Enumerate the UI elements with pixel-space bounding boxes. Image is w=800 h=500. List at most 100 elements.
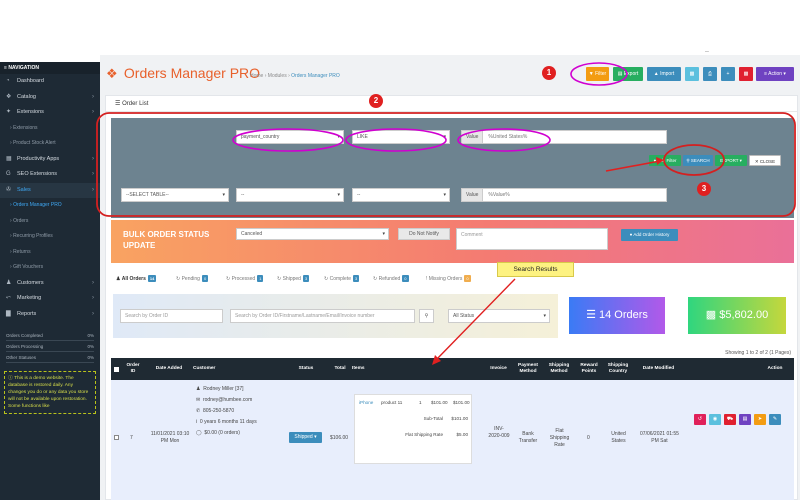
status-filter-select[interactable]: All Status ▾ — [448, 309, 550, 323]
crumb-home[interactable]: Home — [250, 73, 263, 79]
tab-shipped[interactable]: ↻ Shipped 3 — [277, 272, 310, 286]
sidebar-item-catalog[interactable]: ❖ Catalog › — [0, 90, 100, 106]
filter-button[interactable]: ▼ Filter — [586, 67, 609, 81]
history-button[interactable]: ↺ — [694, 414, 706, 425]
col-payment[interactable]: Payment Method — [514, 358, 542, 380]
table-select[interactable]: --SELECT TABLE-- ▾ — [121, 188, 229, 202]
operator2-select[interactable]: -- ▾ — [352, 188, 450, 202]
item-name[interactable]: iPhone — [359, 400, 373, 405]
row-checkbox[interactable] — [114, 435, 119, 440]
table-row[interactable]: 7 11/01/2021 03:10 PM Mon ♟ Rodney Mille… — [111, 380, 794, 500]
sidebar-item-label: Recurring Profiles — [13, 233, 53, 239]
envelope-icon: ✉ — [196, 397, 201, 403]
notify-toggle[interactable]: Do Not Notify — [398, 228, 450, 240]
chevron-right-icon: › — [92, 93, 94, 100]
customer-search-input[interactable]: Search by Order ID/Firstname/Lastname/Em… — [230, 309, 415, 323]
google-icon: G — [6, 171, 11, 177]
tag-icon: ❖ — [6, 93, 12, 100]
export-button[interactable]: ▤ Export — [613, 67, 643, 81]
sidebar-item-recurring-profiles[interactable]: › Recurring Profiles — [0, 229, 100, 245]
col-customer[interactable]: Customer — [193, 358, 223, 380]
tab-refunded[interactable]: ↻ Refunded 0 — [373, 272, 409, 286]
sidebar-item-gift-vouchers[interactable]: › Gift Vouchers — [0, 260, 100, 276]
sidebar-item-marketing[interactable]: ⬿ Marketing › — [0, 291, 100, 307]
invoice-button[interactable]: ▤ — [739, 414, 751, 425]
sidebar-item-product-stock-alert[interactable]: › Product Stock Alert — [0, 136, 100, 152]
col-date-added[interactable]: Date Added — [147, 358, 191, 380]
view-button[interactable]: ◉ — [709, 414, 721, 425]
image-button[interactable]: ▩ — [685, 67, 699, 81]
item-price: $101.00 — [431, 400, 448, 405]
filter-operator-select[interactable]: LIKE ▾ — [352, 130, 450, 144]
sidebar-item-label: Gift Vouchers — [13, 264, 44, 270]
edit-button[interactable]: ✎ — [769, 414, 781, 425]
col-order-id[interactable]: Order ID — [124, 358, 142, 380]
chevron-right-icon: › — [92, 310, 94, 317]
filter-export-button[interactable]: EXPORT ▾ — [715, 155, 747, 166]
comment-textarea[interactable]: Comment — [456, 228, 608, 250]
col-status[interactable]: Status — [288, 358, 324, 380]
item-qty: 1 — [419, 400, 422, 405]
value2-input[interactable]: Value %Value% — [461, 188, 667, 202]
col-shipping-method[interactable]: Shipping Method — [545, 358, 573, 380]
sidebar-item-seo-extensions[interactable]: G SEO Extensions › — [0, 167, 100, 183]
sidebar-item-sales[interactable]: ✇ Sales › — [0, 182, 100, 198]
crumb-current[interactable]: Orders Manager PRO — [291, 73, 340, 79]
col-total[interactable]: Total — [330, 358, 350, 380]
send-button[interactable]: ➤ — [754, 414, 766, 425]
print-button[interactable]: ⎙ — [703, 67, 717, 81]
col-items[interactable]: Items — [352, 358, 372, 380]
chevron-right-icon: › — [92, 171, 94, 177]
add-history-button[interactable]: ● Add Order History — [621, 229, 678, 241]
field2-select[interactable]: -- ▾ — [236, 188, 344, 202]
delete-button[interactable]: ▩ — [739, 67, 753, 81]
tab-missing-orders[interactable]: ! Missing Orders 0 — [426, 272, 471, 286]
chevron-right-icon: › — [92, 295, 94, 301]
user-icon: ♟ — [196, 386, 201, 392]
sidebar-item-extensions[interactable]: › Extensions — [0, 121, 100, 137]
file-icon: ▤ — [742, 416, 748, 422]
import-button[interactable]: ▲ Import — [647, 67, 681, 81]
sidebar-item-dashboard[interactable]: ◔ Dashboard — [0, 74, 100, 90]
refresh-icon: ↻ — [226, 276, 231, 282]
pencil-icon: ✎ — [772, 416, 778, 422]
order-id-search-input[interactable]: Search by Order ID — [120, 309, 223, 323]
tab-complete[interactable]: ↻ Complete 3 — [324, 272, 360, 286]
dashboard-icon: ◔ — [6, 78, 10, 84]
sidebar-item-productivity-apps[interactable]: ▦ Productivity Apps › — [0, 152, 100, 168]
sidebar-item-orders[interactable]: › Orders — [0, 214, 100, 230]
filter-field-select[interactable]: payment_country ▾ — [236, 130, 344, 144]
customer-name-line[interactable]: ♟ Rodney Miller [37] — [196, 386, 244, 393]
col-action: Action — [767, 366, 783, 371]
sidebar-item-extensions[interactable]: ✦ Extensions › — [0, 105, 100, 121]
puzzle-icon: ✦ — [6, 109, 12, 115]
col-country[interactable]: Shipping Country — [604, 358, 632, 380]
search-submit-button[interactable]: ⚲ — [419, 309, 434, 323]
add-filter-button[interactable]: ● Add Filter — [649, 155, 681, 166]
col-reward[interactable]: Reward Points — [577, 358, 601, 380]
customer-email[interactable]: ✉ rodney@humbee.com — [196, 397, 252, 404]
select-all-checkbox[interactable] — [111, 358, 121, 380]
history-icon: ↺ — [697, 416, 703, 422]
sidebar-item-returns[interactable]: › Returns — [0, 245, 100, 261]
sidebar-item-reports[interactable]: ▇ Reports › — [0, 307, 100, 323]
sidebar-menu: ◔ Dashboard ❖ Catalog › ✦ Extensions › › Extensi… — [0, 74, 100, 322]
col-date-modified[interactable]: Date Modified — [636, 358, 681, 380]
bulk-status-select[interactable]: Canceled ▾ — [236, 228, 389, 240]
close-button[interactable]: ✕ CLOSE — [749, 155, 781, 166]
truck-button[interactable]: ⛟ — [724, 414, 736, 425]
add-button[interactable]: + — [721, 67, 735, 81]
sidebar-item-label: Product Stock Alert — [13, 140, 56, 146]
col-invoice[interactable]: Invoice — [486, 358, 511, 380]
status-select[interactable]: Shipped ▾ — [289, 432, 322, 443]
tab-all-orders[interactable]: ♟ All Orders 14 — [116, 272, 157, 286]
tab-pending[interactable]: ↻ Pending 0 — [176, 272, 209, 286]
filter-value-input[interactable]: Value %United States% — [461, 130, 667, 144]
action-dropdown[interactable]: ≡ Action ▾ — [756, 67, 794, 81]
search-button[interactable]: ⚲ SEARCH — [683, 155, 713, 166]
tab-processed[interactable]: ↻ Processed 1 — [226, 272, 264, 286]
sidebar-item-customers[interactable]: ♟ Customers › — [0, 276, 100, 292]
crumb-modules[interactable]: Modules — [268, 73, 287, 79]
sidebar-item-orders-manager-pro[interactable]: › Orders Manager PRO — [0, 198, 100, 214]
item-total: $101.00 — [453, 400, 470, 405]
